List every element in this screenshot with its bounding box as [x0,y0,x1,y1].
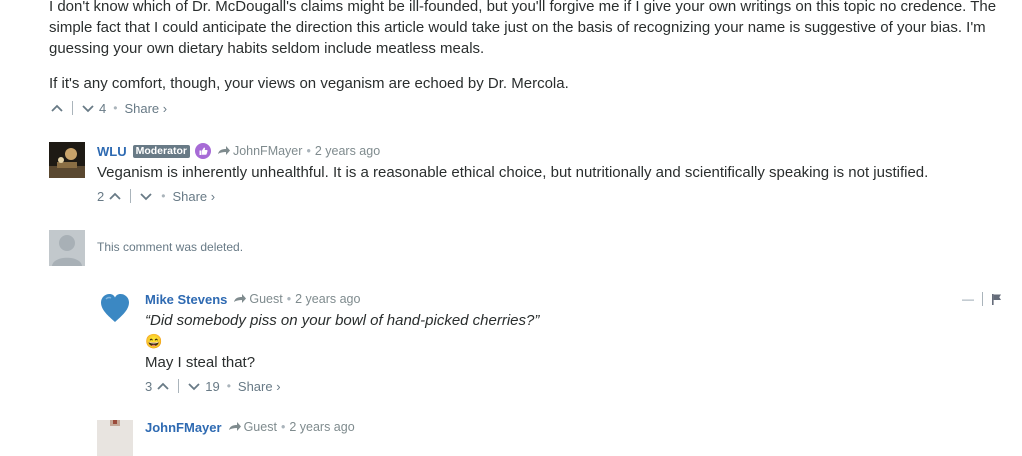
separator-dot: • [113,101,118,115]
chevron-up-icon[interactable] [107,188,123,204]
vote-bar: 3 19 • Share › [145,376,281,396]
vote-divider [130,189,132,203]
author-name[interactable]: Mike Stevens [145,292,227,307]
comment-header: JohnFMayer Guest • 2 years ago [145,419,355,435]
separator-dot: • [161,189,166,203]
vote-divider [72,101,73,115]
comment-body: May I steal that? [145,354,256,371]
reply-to-name: Guest [243,420,277,434]
comment-header: WLU Moderator JohnFMayer • 2 years ago [97,143,380,159]
flag-icon[interactable] [991,293,1003,305]
separator-dot: • [286,292,292,306]
separator-dot: • [280,420,286,434]
timestamp[interactable]: 2 years ago [295,292,360,306]
timestamp[interactable]: 2 years ago [315,144,380,158]
share-link[interactable]: Share › [124,101,167,116]
upvote-count: 2 [97,188,105,204]
downvote-count: 4 [99,100,107,116]
vote-bar: 2 • Share › [97,186,215,206]
author-name[interactable]: WLU [97,144,127,159]
avatar-image [97,420,133,456]
avatar[interactable] [49,142,85,178]
reply-to-name[interactable]: JohnFMayer [233,144,302,158]
chevron-up-icon[interactable] [155,378,171,394]
downvote-count: 19 [205,378,220,394]
reply-arrow-icon [217,146,230,155]
chevron-down-icon[interactable] [186,378,202,394]
moderator-badge: Moderator [132,144,190,158]
collapse-button[interactable]: — [962,292,974,306]
chevron-down-icon[interactable] [80,100,96,116]
comment-paragraph: I don't know which of Dr. McDougall's cl… [49,0,997,57]
avatar-placeholder-icon [49,230,85,266]
separator-dot: • [306,144,311,158]
chevron-up-icon[interactable] [49,100,65,116]
comment-actions: — [962,289,1003,309]
timestamp[interactable]: 2 years ago [289,420,354,434]
chevron-down-icon[interactable] [138,188,154,204]
author-name[interactable]: JohnFMayer [145,420,222,435]
comment-body: Veganism is inherently unhealthful. It i… [97,164,929,181]
comment-paragraph: If it's any comfort, though, your views … [49,75,569,92]
deleted-comment-text: This comment was deleted. [97,240,244,254]
avatar-image [49,142,85,178]
vote-bar: 4 • Share › [49,98,167,118]
comment-header: Mike Stevens Guest • 2 years ago [145,291,360,307]
reply-arrow-icon [234,294,247,303]
vote-divider [178,379,180,393]
reply-arrow-icon [228,422,241,431]
share-link[interactable]: Share › [172,189,215,204]
avatar[interactable] [97,420,133,456]
thumbs-up-icon [194,143,211,159]
comment-body-top: I don't know which of Dr. McDougall's cl… [49,0,999,94]
comment-quote: “Did somebody piss on your bowl of hand-… [145,312,540,329]
reply-to-name: Guest [249,292,283,306]
share-link[interactable]: Share › [238,379,281,394]
upvote-count: 3 [145,378,153,394]
emoji-grin-icon: 😄 [145,333,163,349]
actions-divider [982,292,983,306]
heart-icon [99,292,131,324]
separator-dot: • [226,379,231,393]
